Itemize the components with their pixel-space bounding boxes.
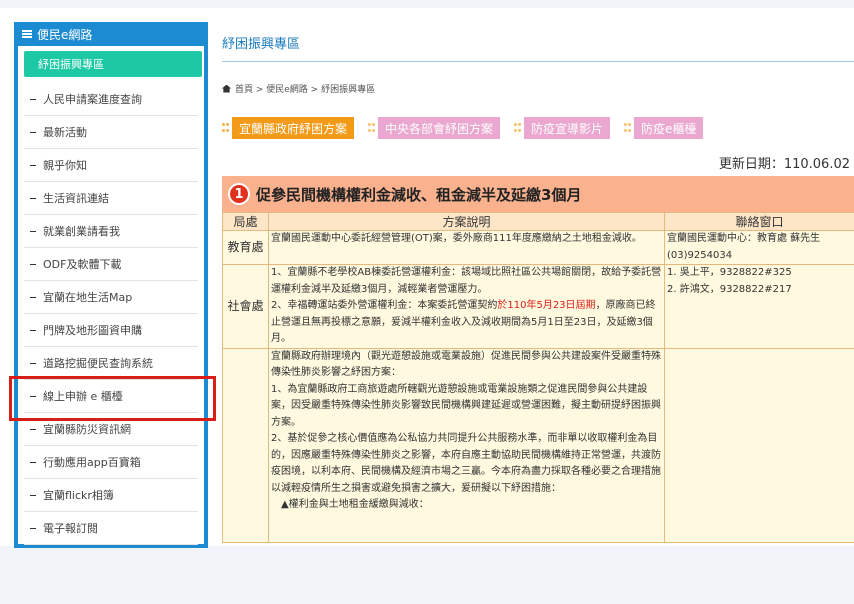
tab-label: 防疫e櫃檯	[634, 117, 704, 139]
desc-cell: 宜蘭縣政府辦理境內（觀光遊憩設施或電業設施）促進民間參與公共建設案件受嚴重特殊傳…	[268, 347, 665, 543]
breadcrumb-text[interactable]: 首頁 > 便民e網路 > 紓困振興專區	[235, 82, 375, 95]
sidebar-item[interactable]: 就業創業請看我	[24, 215, 198, 248]
dash-icon	[30, 527, 36, 529]
dash-icon	[30, 494, 36, 496]
desc-cell: 1、宜蘭縣不老學校AB棟委託營運權利金：該場域比照社區公共場館關閉，故給予委託營…	[268, 264, 665, 349]
sidebar-item-label: 就業創業請看我	[43, 225, 120, 238]
sidebar-item-label: 宜蘭在地生活Map	[43, 291, 133, 304]
dash-icon	[30, 329, 36, 331]
sidebar: 便民e網路 紓困振興專區 人民申請案進度查詢 最新活動 親乎你知 生活資訊連結 …	[14, 22, 208, 548]
dash-icon	[30, 131, 36, 133]
highlight-box	[9, 376, 216, 421]
sidebar-item-label: 門牌及地形圖資申購	[43, 324, 142, 337]
sidebar-item[interactable]: 人民申請案進度查詢	[24, 83, 198, 116]
sidebar-item[interactable]: 宜蘭flickr相簿	[24, 479, 198, 512]
column-header: 聯絡窗口	[664, 212, 854, 231]
section-title: 促參民間機構權利金減收、租金減半及延繳3個月	[256, 185, 582, 204]
section-banner: 1 促參民間機構權利金減收、租金減半及延繳3個月	[222, 176, 854, 212]
desc-clip: 宜蘭縣政府辦理境內（觀光遊憩設施或電業設施）促進民間參與公共建設案件受嚴重特殊傳…	[271, 349, 662, 542]
dots-icon	[222, 123, 230, 133]
tab-e-counter[interactable]: 防疫e櫃檯	[624, 117, 704, 139]
dept-cell	[222, 347, 269, 543]
dept-cell: 教育處	[222, 230, 269, 265]
desc-para: 2、基於促參之核心價值應為公私協力共同提升公共服務水準，而非單以收取權利金為目的…	[271, 433, 661, 494]
sidebar-item-label: 行動應用app百寶箱	[43, 456, 141, 469]
tab-bar: 宜蘭縣政府紓困方案 中央各部會紓困方案 防疫宣導影片 防疫e櫃檯	[222, 117, 854, 139]
dash-icon	[30, 362, 36, 364]
contact-cell: 1. 吳上平，9328822#325 2. 許鴻文，9328822#217	[664, 264, 854, 349]
contact-line: 2. 許鴻文，9328822#217	[667, 283, 792, 295]
page-title: 紓困振興專區	[222, 33, 854, 62]
sidebar-item[interactable]: 門牌及地形圖資申購	[24, 314, 198, 347]
sidebar-item-label: 宜蘭縣防災資訊網	[43, 423, 131, 436]
table-row: 宜蘭縣政府辦理境內（觀光遊憩設施或電業設施）促進民間參與公共建設案件受嚴重特殊傳…	[222, 347, 854, 543]
sidebar-item[interactable]: 宜蘭在地生活Map	[24, 281, 198, 314]
dash-icon	[30, 230, 36, 232]
update-date: 更新日期：110.06.02	[718, 157, 850, 172]
tab-county-relief[interactable]: 宜蘭縣政府紓困方案	[222, 117, 355, 139]
desc-para: ▲權利金與土地租金緩繳與減收：	[281, 499, 429, 510]
sidebar-item[interactable]: 電子報訂閱	[24, 512, 198, 545]
sidebar-item-label: 親乎你知	[43, 159, 87, 172]
sidebar-item-label: ODF及軟體下載	[43, 258, 122, 271]
desc-para: 1、為宜蘭縣政府工商旅遊處所轄觀光遊憩設施或電業設施類之促進民間參與公共建設案，…	[271, 383, 661, 428]
desc-cell: 宜蘭國民運動中心委託經營管理(OT)案，委外廠商111年度應繳納之土地租金減收。	[268, 230, 665, 265]
sidebar-list: 人民申請案進度查詢 最新活動 親乎你知 生活資訊連結 就業創業請看我 ODF及軟…	[18, 83, 204, 545]
contact-cell	[664, 347, 854, 543]
sidebar-item[interactable]: 生活資訊連結	[24, 182, 198, 215]
home-icon[interactable]	[222, 84, 231, 93]
tab-label: 中央各部會紓困方案	[378, 117, 501, 139]
dash-icon	[30, 197, 36, 199]
sidebar-item-label: 人民申請案進度查詢	[43, 93, 142, 106]
sidebar-item[interactable]: 親乎你知	[24, 149, 198, 182]
desc-highlight: 於110年5月23日屆期	[497, 300, 596, 311]
main-content: 紓困振興專區 首頁 > 便民e網路 > 紓困振興專區 宜蘭縣政府紓困方案 中央各…	[222, 16, 854, 543]
dots-icon	[368, 123, 376, 133]
dept-cell: 社會處	[222, 264, 269, 349]
dash-icon	[30, 428, 36, 430]
desc-text: 2、幸福轉運站委外營運權利金：本案委託營運契約	[271, 300, 498, 311]
sidebar-item-label: 生活資訊連結	[43, 192, 109, 205]
dash-icon	[30, 296, 36, 298]
table-header-row: 局處 方案說明 聯絡窗口	[222, 212, 854, 231]
column-header: 方案說明	[268, 212, 665, 231]
relief-table: 局處 方案說明 聯絡窗口 教育處 宜蘭國民運動中心委託經營管理(OT)案，委外廠…	[222, 212, 854, 543]
page-body: 便民e網路 紓困振興專區 人民申請案進度查詢 最新活動 親乎你知 生活資訊連結 …	[0, 8, 854, 548]
sidebar-item-label: 電子報訂閱	[43, 522, 98, 535]
dash-icon	[30, 98, 36, 100]
tab-label: 宜蘭縣政府紓困方案	[232, 117, 355, 139]
table-row: 社會處 1、宜蘭縣不老學校AB棟委託營運權利金：該場域比照社區公共場館關閉，故給…	[222, 264, 854, 349]
sidebar-item[interactable]: 行動應用app百寶箱	[24, 446, 198, 479]
section-number-badge: 1	[228, 183, 250, 205]
menu-icon	[22, 30, 32, 38]
dash-icon	[30, 461, 36, 463]
table-row: 教育處 宜蘭國民運動中心委託經營管理(OT)案，委外廠商111年度應繳納之土地租…	[222, 230, 854, 265]
tab-central-relief[interactable]: 中央各部會紓困方案	[368, 117, 501, 139]
tab-videos[interactable]: 防疫宣導影片	[514, 117, 611, 139]
sidebar-item[interactable]: ODF及軟體下載	[24, 248, 198, 281]
contact-cell: 宜蘭國民運動中心：教育處 蘇先生(03)9254034	[664, 230, 854, 265]
dots-icon	[514, 123, 522, 133]
dash-icon	[30, 164, 36, 166]
desc-para: 宜蘭縣政府辦理境內（觀光遊憩設施或電業設施）促進民間參與公共建設案件受嚴重特殊傳…	[271, 350, 661, 379]
top-strip	[0, 0, 854, 8]
tab-label: 防疫宣導影片	[524, 117, 611, 139]
sidebar-item[interactable]: 最新活動	[24, 116, 198, 149]
breadcrumb: 首頁 > 便民e網路 > 紓困振興專區	[222, 82, 854, 95]
sidebar-item-label: 最新活動	[43, 126, 87, 139]
sidebar-title: 便民e網路	[37, 27, 93, 42]
sidebar-item-active[interactable]: 紓困振興專區	[24, 51, 202, 77]
column-header: 局處	[222, 212, 269, 231]
sidebar-header[interactable]: 便民e網路	[18, 22, 204, 46]
contact-line: 1. 吳上平，9328822#325	[667, 267, 792, 278]
dash-icon	[30, 263, 36, 265]
desc-para: 1、宜蘭縣不老學校AB棟委託營運權利金：該場域比照社區公共場館關閉，故給予委託營…	[271, 267, 662, 295]
desc-para: 2、幸福轉運站委外營運權利金：本案委託營運契約於110年5月23日屆期，原廠商已…	[271, 298, 662, 348]
sidebar-item-label: 道路挖掘便民查詢系統	[43, 357, 153, 370]
dots-icon	[624, 123, 632, 133]
sidebar-item-label: 宜蘭flickr相簿	[43, 489, 114, 502]
